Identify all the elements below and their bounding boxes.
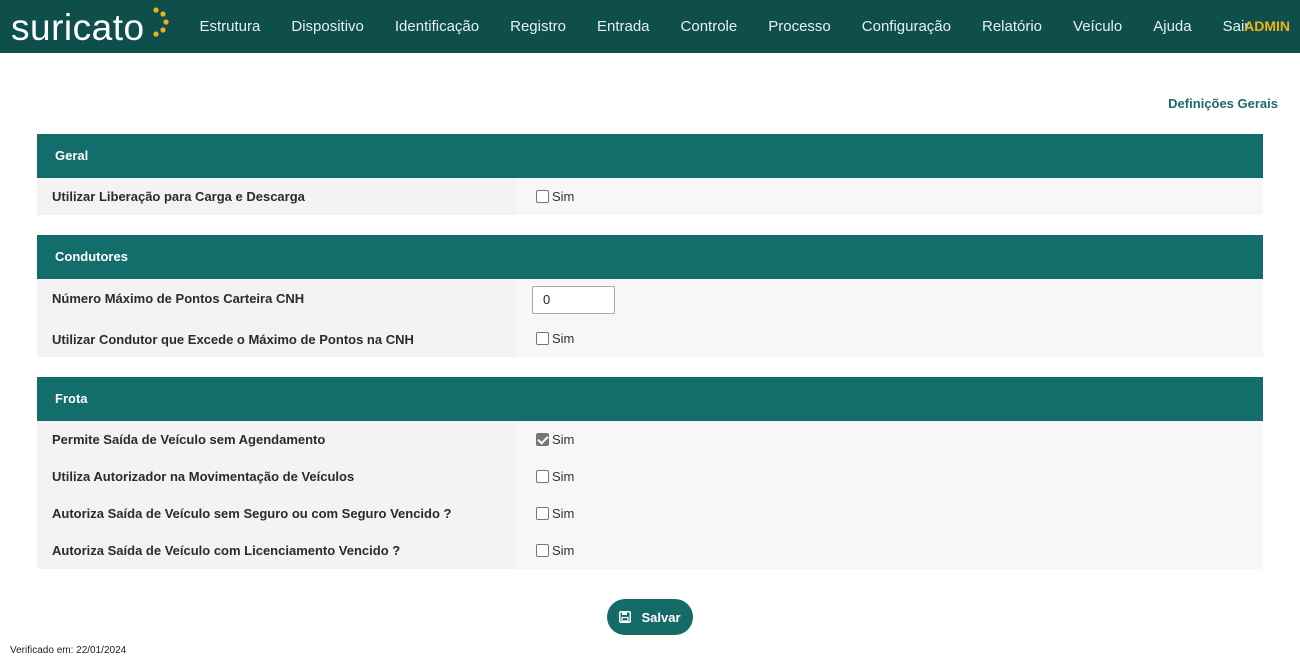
suricato-logo[interactable]: suricato [11, 5, 169, 49]
setting-label: Utilizar Condutor que Excede o Máximo de… [52, 332, 414, 347]
user-menu-admin[interactable]: ADMIN [1244, 18, 1290, 34]
setting-row: Permite Saída de Veículo sem Agendamento… [37, 421, 1263, 458]
setting-label: Autoriza Saída de Veículo sem Seguro ou … [52, 506, 452, 521]
nav-item-configuracao[interactable]: Configuração [846, 18, 966, 35]
nav-item-ajuda[interactable]: Ajuda [1138, 18, 1207, 35]
floppy-disk-icon [619, 611, 632, 623]
setting-value: Sim [536, 178, 574, 215]
checkbox-autorizador-movimentacao[interactable] [536, 470, 549, 483]
nav-item-entrada[interactable]: Entrada [581, 18, 665, 35]
checkbox-label: Sim [552, 432, 575, 447]
section-body-geral: Utilizar Liberação para Carga e Descarga… [37, 178, 1263, 215]
nav-item-veiculo[interactable]: Veículo [1058, 18, 1138, 35]
setting-row: Número Máximo de Pontos Carteira CNH [37, 279, 1263, 320]
logo-text: suricato [11, 6, 145, 48]
logo-dots-icon [152, 7, 169, 37]
verified-date: Verificado em: 22/01/2024 [10, 645, 127, 656]
setting-label: Permite Saída de Veículo sem Agendamento [52, 432, 326, 447]
setting-label: Autoriza Saída de Veículo com Licenciame… [52, 543, 401, 558]
setting-row: Utiliza Autorizador na Movimentação de V… [37, 458, 1263, 495]
setting-value [532, 279, 615, 320]
setting-label: Utiliza Autorizador na Movimentação de V… [52, 469, 355, 484]
checkbox-licenciamento-vencido[interactable] [536, 544, 549, 557]
checkbox-condutor-excede-pontos[interactable] [536, 332, 549, 345]
setting-row: Utilizar Liberação para Carga e Descarga… [37, 178, 1263, 215]
checkbox-saida-sem-seguro[interactable] [536, 507, 549, 520]
checkbox-label: Sim [552, 189, 575, 204]
nav-item-registro[interactable]: Registro [495, 18, 582, 35]
checkbox-saida-sem-agendamento[interactable] [536, 433, 549, 446]
checkbox-label: Sim [552, 469, 575, 484]
section-header-frota: Frota [37, 377, 1263, 421]
section-body-condutores: Número Máximo de Pontos Carteira CNH Uti… [37, 279, 1263, 357]
top-navbar: suricato Estrutura Dispositivo Identific… [0, 0, 1300, 53]
max-cnh-points-input[interactable] [532, 285, 615, 314]
setting-value: Sim [536, 320, 574, 357]
setting-value: Sim [536, 532, 574, 569]
checkbox-label: Sim [552, 543, 575, 558]
section-body-frota: Permite Saída de Veículo sem Agendamento… [37, 421, 1263, 569]
nav-item-identificacao[interactable]: Identificação [379, 18, 494, 35]
save-button-label: Salvar [641, 609, 681, 625]
nav-item-dispositivo[interactable]: Dispositivo [276, 18, 380, 35]
section-header-geral: Geral [37, 134, 1263, 178]
setting-value: Sim [536, 421, 574, 458]
save-button[interactable]: Salvar [607, 599, 693, 635]
checkbox-liberacao-carga-descarga[interactable] [536, 190, 549, 203]
checkbox-label: Sim [552, 506, 575, 521]
nav-item-controle[interactable]: Controle [665, 18, 753, 35]
section-header-condutores: Condutores [37, 235, 1263, 279]
setting-label: Utilizar Liberação para Carga e Descarga [52, 189, 305, 204]
main-menu: Estrutura Dispositivo Identificação Regi… [184, 0, 1265, 53]
nav-item-processo[interactable]: Processo [753, 18, 847, 35]
setting-row: Utilizar Condutor que Excede o Máximo de… [37, 320, 1263, 357]
nav-item-estrutura[interactable]: Estrutura [184, 18, 276, 35]
setting-label: Número Máximo de Pontos Carteira CNH [52, 291, 305, 306]
setting-value: Sim [536, 458, 574, 495]
setting-value: Sim [536, 495, 574, 532]
setting-row: Autoriza Saída de Veículo sem Seguro ou … [37, 495, 1263, 532]
setting-row: Autoriza Saída de Veículo com Licenciame… [37, 532, 1263, 569]
checkbox-label: Sim [552, 331, 575, 346]
nav-item-relatorio[interactable]: Relatório [967, 18, 1058, 35]
page-title: Definições Gerais [1168, 96, 1278, 111]
